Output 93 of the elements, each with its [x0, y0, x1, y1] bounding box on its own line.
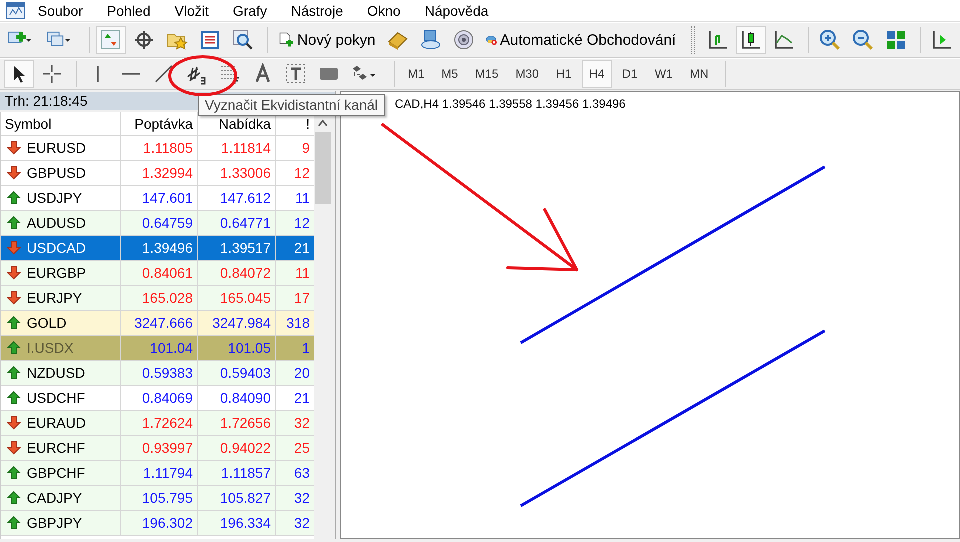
table-row[interactable]: I.USDX 101.04 101.05 1 — [1, 336, 314, 361]
symbol-text: I.USDX — [27, 340, 74, 356]
table-row[interactable]: EURCHF 0.93997 0.94022 25 — [1, 436, 314, 461]
table-cell: 1.11857 — [198, 461, 276, 485]
table-row[interactable]: GBPUSD 1.32994 1.33006 12 — [1, 161, 314, 186]
table-cell: 0.59403 — [198, 361, 276, 385]
table-cell: 105.827 — [198, 486, 276, 510]
timeframe-button[interactable]: M5 — [434, 60, 466, 88]
menu-item[interactable]: Nástroje — [287, 2, 356, 18]
table-row[interactable]: EURGBP 0.84061 0.84072 11 — [1, 261, 314, 286]
table-cell: 1.39517 — [198, 236, 276, 260]
symbol-text: AUDUSD — [27, 215, 86, 231]
symbol-text: EURUSD — [27, 140, 86, 156]
table-cell: 101.04 — [121, 336, 198, 360]
table-cell: 147.601 — [121, 186, 198, 210]
menu-item[interactable]: Vložit — [170, 2, 221, 18]
symbol-text: GBPJPY — [27, 515, 82, 531]
channel-line[interactable] — [520, 330, 826, 508]
symbol-text: USDCHF — [27, 390, 86, 406]
table-cell: 1.11805 — [121, 136, 198, 160]
table-row[interactable]: EURJPY 165.028 165.045 17 — [1, 286, 314, 311]
table-row[interactable]: USDJPY 147.601 147.612 11 — [1, 186, 314, 211]
table-cell: 165.028 — [121, 286, 198, 310]
table-cell: 0.84061 — [121, 261, 198, 285]
symbol-text: USDCAD — [27, 240, 86, 256]
symbol-text: GBPUSD — [27, 165, 86, 181]
timeframe-button[interactable]: W1 — [648, 60, 680, 88]
menu-item[interactable]: Pohled — [103, 2, 163, 18]
timeframe-button[interactable]: M1 — [401, 60, 432, 88]
table-cell: 196.334 — [198, 511, 276, 535]
table-row[interactable]: GBPCHF 1.11794 1.11857 63 — [1, 461, 314, 486]
table-row[interactable]: AUDUSD 0.64759 0.64771 12 — [1, 211, 314, 236]
timeframe-button[interactable]: MN — [683, 60, 716, 88]
symbol-text: EURGBP — [27, 265, 86, 281]
table-cell: 1.33006 — [198, 161, 276, 185]
channel-line[interactable] — [520, 166, 826, 344]
table-cell: 1.72624 — [121, 411, 198, 435]
table-cell: 1.32994 — [121, 161, 198, 185]
candlestick-icon[interactable] — [736, 26, 766, 54]
table-cell: 0.64771 — [198, 211, 276, 235]
scroll-thumb[interactable] — [315, 132, 331, 204]
table-row[interactable]: USDCHF 0.84069 0.84090 21 — [1, 386, 314, 411]
table-row[interactable]: EURAUD 1.72624 1.72656 32 — [1, 411, 314, 436]
table-cell: 0.84090 — [198, 386, 276, 410]
symbol-text: EURJPY — [27, 290, 82, 306]
symbol-text: CADJPY — [27, 490, 82, 506]
table-row[interactable]: GBPJPY 196.302 196.334 32 — [1, 511, 314, 536]
table-cell: 165.045 — [198, 286, 276, 310]
table-row[interactable]: USDCAD 1.39496 1.39517 21 — [1, 236, 314, 261]
annotation-ellipse — [168, 56, 238, 96]
toolbar-button[interactable]: Nový pokyn — [274, 26, 380, 54]
symbol-text: GOLD — [27, 315, 67, 331]
table-cell: 105.795 — [121, 486, 198, 510]
menu-item[interactable]: Soubor — [34, 2, 96, 18]
table-row[interactable]: GOLD 3247.666 3247.984 318 — [1, 311, 314, 336]
chart-header: CAD,H4 1.39546 1.39558 1.39456 1.39496 — [395, 97, 627, 111]
symbol-text: EURAUD — [27, 415, 86, 431]
symbol-text: EURCHF — [27, 440, 86, 456]
cursor-icon[interactable] — [4, 60, 34, 88]
table-cell: 1.39496 — [121, 236, 198, 260]
scroll-up-icon[interactable] — [317, 118, 329, 128]
table-cell: 0.84069 — [121, 386, 198, 410]
toolbar-button[interactable]: Automatické Obchodování — [482, 26, 680, 54]
menu-item[interactable]: Nápověda — [420, 2, 501, 18]
table-row[interactable]: NZDUSD 0.59383 0.59403 20 — [1, 361, 314, 386]
timeframe-button[interactable]: H1 — [549, 60, 580, 88]
table-cell: 1.11794 — [121, 461, 198, 485]
column-header[interactable]: Symbol — [1, 112, 121, 135]
table-cell: 101.05 — [198, 336, 276, 360]
symbol-text: NZDUSD — [27, 365, 86, 381]
menu-item[interactable]: Okno — [363, 2, 413, 18]
timeframe-button[interactable]: H4 — [582, 60, 612, 88]
table-cell: 3247.666 — [121, 311, 198, 335]
table-cell: 0.59383 — [121, 361, 198, 385]
timeframe-button[interactable]: D1 — [615, 60, 646, 88]
table-row[interactable]: EURUSD 1.11805 1.11814 9 — [1, 136, 314, 161]
symbol-text: USDJPY — [27, 190, 82, 206]
table-cell: 0.84072 — [198, 261, 276, 285]
symbol-text: GBPCHF — [27, 465, 86, 481]
timeframe-button[interactable]: M15 — [468, 60, 506, 88]
table-row[interactable]: CADJPY 105.795 105.827 32 — [1, 486, 314, 511]
table-cell: 1.11814 — [198, 136, 276, 160]
table-cell: 0.64759 — [121, 211, 198, 235]
table-cell: 1.72656 — [198, 411, 276, 435]
table-cell: 147.612 — [198, 186, 276, 210]
table-cell: 0.93997 — [121, 436, 198, 460]
tooltip: Vyznačit Ekvidistantní kanál — [198, 94, 386, 116]
timeframe-button[interactable]: M30 — [508, 60, 546, 88]
table-cell: 196.302 — [121, 511, 198, 535]
table-cell: 0.94022 — [198, 436, 276, 460]
menu-item[interactable]: Grafy — [228, 2, 280, 18]
app-icon[interactable] — [6, 2, 26, 20]
table-cell: 3247.984 — [198, 311, 276, 335]
